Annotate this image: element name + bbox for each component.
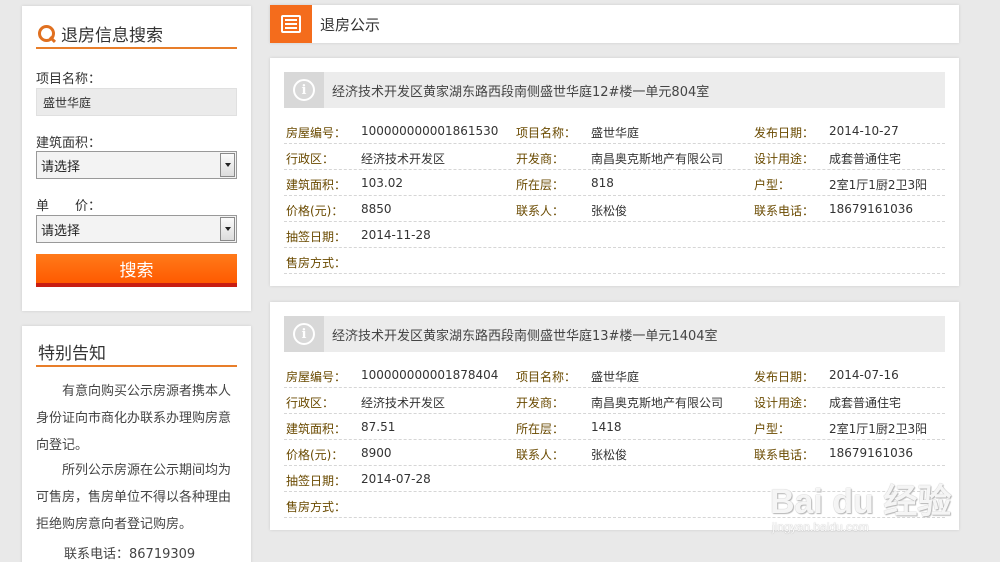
table-row: 价格(元)： 8900 联系人： 张松俊 联系电话： 18679161036 (284, 440, 945, 466)
developer-value: 南昌奥克斯地产有限公司 (591, 396, 724, 410)
area-label: 建筑面积： (286, 422, 347, 436)
table-row: 价格(元)： 8850 联系人： 张松俊 联系电话： 18679161036 (284, 196, 945, 222)
table-row: 建筑面积： 87.51 所在层： 1418 户型： 2室1厅1厨2卫3阳 (284, 414, 945, 440)
area-select-value: 请选择 (41, 159, 81, 175)
house-no-value: 100000000001861530 (361, 124, 499, 138)
search-button[interactable]: 搜索 (36, 254, 237, 287)
sale-method-label: 售房方式： (286, 500, 347, 514)
phone-value: 18679161036 (829, 446, 913, 460)
project-name-label: 项目名称： (36, 72, 102, 87)
price-select-value: 请选择 (41, 223, 81, 239)
house-no-label: 房屋编号： (286, 126, 347, 140)
price-value: 8900 (361, 446, 392, 460)
table-row: 行政区： 经济技术开发区 开发商： 南昌奥克斯地产有限公司 设计用途： 成套普通… (284, 388, 945, 414)
area-label: 建筑面积： (286, 178, 347, 192)
publish-date-label: 发布日期： (754, 126, 815, 140)
sale-method-label: 售房方式： (286, 256, 347, 270)
price-select[interactable]: 请选择 (36, 215, 237, 243)
area-select[interactable]: 请选择 (36, 151, 237, 179)
contact-value: 张松俊 (591, 204, 628, 218)
table-row: 抽签日期： 2014-07-28 (284, 466, 945, 492)
publish-date-label: 发布日期： (754, 370, 815, 384)
layout-value: 2室1厅1厨2卫3阳 (829, 178, 928, 192)
floor-label: 所在层： (516, 178, 565, 192)
search-icon (37, 23, 57, 45)
contact-value: 张松俊 (591, 448, 628, 462)
notice-paragraph-2: 所列公示房源在公示期间均为可售房，售房单位不得以各种理由拒绝购房意向者登记购房。 (36, 463, 232, 532)
draw-date-value: 2014-07-28 (361, 472, 431, 486)
project-name-input[interactable] (36, 88, 237, 116)
design-use-value: 成套普通住宅 (829, 152, 902, 166)
phone-value: 18679161036 (829, 202, 913, 216)
price-label: 价格(元)： (286, 204, 344, 218)
floor-value: 1418 (591, 420, 622, 434)
chevron-down-icon[interactable] (220, 217, 235, 241)
layout-label: 户型： (754, 422, 791, 436)
notice-panel: 特别告知 有意向购买公示房源者携本人身份证向市商化办联系办理购房意向登记。 所列… (22, 326, 251, 562)
listing-title[interactable]: 经济技术开发区黄家湖东路西段南侧盛世华庭12#楼一单元804室 (332, 81, 709, 100)
draw-date-label: 抽签日期： (286, 474, 347, 488)
developer-label: 开发商： (516, 396, 565, 410)
phone-label: 联系电话： (754, 204, 815, 218)
district-label: 行政区： (286, 396, 335, 410)
search-panel: 退房信息搜索 项目名称： 建筑面积： 请选择 单 价： 请选择 搜索 (22, 6, 251, 311)
project-value: 盛世华庭 (591, 126, 640, 140)
floor-value: 818 (591, 176, 614, 190)
info-icon: i (284, 316, 324, 352)
area-value: 103.02 (361, 176, 403, 190)
listing-title-bar[interactable]: i 经济技术开发区黄家湖东路西段南侧盛世华庭13#楼一单元1404室 (284, 316, 945, 352)
phone-label: 联系电话： (754, 448, 815, 462)
draw-date-value: 2014-11-28 (361, 228, 431, 242)
table-row: 建筑面积： 103.02 所在层： 818 户型： 2室1厅1厨2卫3阳 (284, 170, 945, 196)
contact-label: 联系人： (516, 204, 565, 218)
design-use-value: 成套普通住宅 (829, 396, 902, 410)
notice-panel-header: 特别告知 (36, 338, 237, 367)
design-use-label: 设计用途： (754, 396, 815, 410)
project-value: 盛世华庭 (591, 370, 640, 384)
project-label: 项目名称： (516, 370, 577, 384)
table-row: 抽签日期： 2014-11-28 (284, 222, 945, 248)
notice-phone: 联系电话：86719309 (64, 547, 196, 562)
area-label: 建筑面积： (36, 136, 102, 151)
floor-label: 所在层： (516, 422, 565, 436)
table-row: 行政区： 经济技术开发区 开发商： 南昌奥克斯地产有限公司 设计用途： 成套普通… (284, 144, 945, 170)
page-header: 退房公示 (270, 5, 959, 43)
layout-value: 2室1厅1厨2卫3阳 (829, 422, 928, 436)
listing-title[interactable]: 经济技术开发区黄家湖东路西段南侧盛世华庭13#楼一单元1404室 (332, 325, 718, 344)
district-value: 经济技术开发区 (361, 396, 446, 410)
notice-paragraph-1: 有意向购买公示房源者携本人身份证向市商化办联系办理购房意向登记。 (36, 384, 232, 453)
table-row: 售房方式： (284, 492, 945, 518)
page-title: 退房公示 (320, 15, 381, 34)
house-no-value: 100000000001878404 (361, 368, 499, 382)
district-label: 行政区： (286, 152, 335, 166)
publish-date-value: 2014-10-27 (829, 124, 899, 138)
district-value: 经济技术开发区 (361, 152, 446, 166)
area-value: 87.51 (361, 420, 396, 434)
info-icon: i (284, 72, 324, 108)
chevron-down-icon[interactable] (220, 153, 235, 177)
search-panel-header: 退房信息搜索 (36, 20, 237, 49)
contact-label: 联系人： (516, 448, 565, 462)
publish-date-value: 2014-07-16 (829, 368, 899, 382)
price-value: 8850 (361, 202, 392, 216)
project-label: 项目名称： (516, 126, 577, 140)
listing-card: i 经济技术开发区黄家湖东路西段南侧盛世华庭12#楼一单元804室 房屋编号： … (270, 58, 959, 286)
search-panel-title: 退房信息搜索 (61, 26, 163, 46)
house-no-label: 房屋编号： (286, 370, 347, 384)
list-icon (270, 5, 312, 43)
table-row: 房屋编号： 100000000001861530 项目名称： 盛世华庭 发布日期… (284, 118, 945, 144)
listing-title-bar[interactable]: i 经济技术开发区黄家湖东路西段南侧盛世华庭12#楼一单元804室 (284, 72, 945, 108)
layout-label: 户型： (754, 178, 791, 192)
design-use-label: 设计用途： (754, 152, 815, 166)
table-row: 售房方式： (284, 248, 945, 274)
draw-date-label: 抽签日期： (286, 230, 347, 244)
developer-value: 南昌奥克斯地产有限公司 (591, 152, 724, 166)
notice-panel-title: 特别告知 (38, 344, 106, 364)
listing-card: i 经济技术开发区黄家湖东路西段南侧盛世华庭13#楼一单元1404室 房屋编号：… (270, 302, 959, 530)
table-row: 房屋编号： 100000000001878404 项目名称： 盛世华庭 发布日期… (284, 362, 945, 388)
developer-label: 开发商： (516, 152, 565, 166)
price-label: 单 价： (36, 199, 102, 214)
price-label: 价格(元)： (286, 448, 344, 462)
